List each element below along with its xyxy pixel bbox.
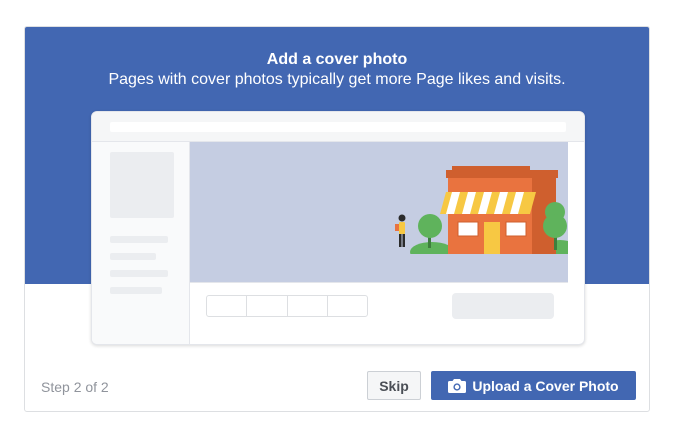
camera-icon bbox=[448, 378, 467, 393]
preview-profile-picture bbox=[110, 152, 174, 218]
page-preview-illustration bbox=[91, 111, 585, 345]
skip-button-label: Skip bbox=[379, 377, 409, 394]
preview-tab bbox=[288, 296, 328, 316]
skip-button[interactable]: Skip bbox=[367, 371, 421, 400]
storefront-icon bbox=[190, 166, 568, 282]
preview-sidebar-line bbox=[110, 270, 168, 277]
dialog-title: Add a cover photo bbox=[266, 51, 408, 68]
cover-photo-dialog: Add a cover photo Pages with cover photo… bbox=[24, 26, 650, 412]
person-icon bbox=[395, 214, 406, 247]
preview-tab bbox=[328, 296, 367, 316]
preview-tab bbox=[247, 296, 288, 316]
preview-action-button bbox=[452, 293, 554, 319]
preview-cover-area bbox=[190, 142, 568, 282]
preview-sidebar-line bbox=[110, 287, 162, 294]
preview-page-toolbar bbox=[190, 282, 568, 344]
upload-button-label: Upload a Cover Photo bbox=[472, 377, 619, 394]
preview-url-bar bbox=[110, 122, 566, 132]
step-indicator: Step 2 of 2 bbox=[41, 379, 109, 395]
preview-tab bbox=[207, 296, 248, 316]
dialog-subtitle: Pages with cover photos typically get mo… bbox=[108, 71, 566, 88]
preview-sidebar-line bbox=[110, 253, 156, 260]
preview-top-bar bbox=[92, 112, 584, 142]
preview-sidebar-line bbox=[110, 236, 168, 243]
preview-sidebar bbox=[92, 142, 190, 344]
upload-cover-photo-button[interactable]: Upload a Cover Photo bbox=[431, 371, 636, 400]
preview-tabs bbox=[206, 295, 368, 317]
